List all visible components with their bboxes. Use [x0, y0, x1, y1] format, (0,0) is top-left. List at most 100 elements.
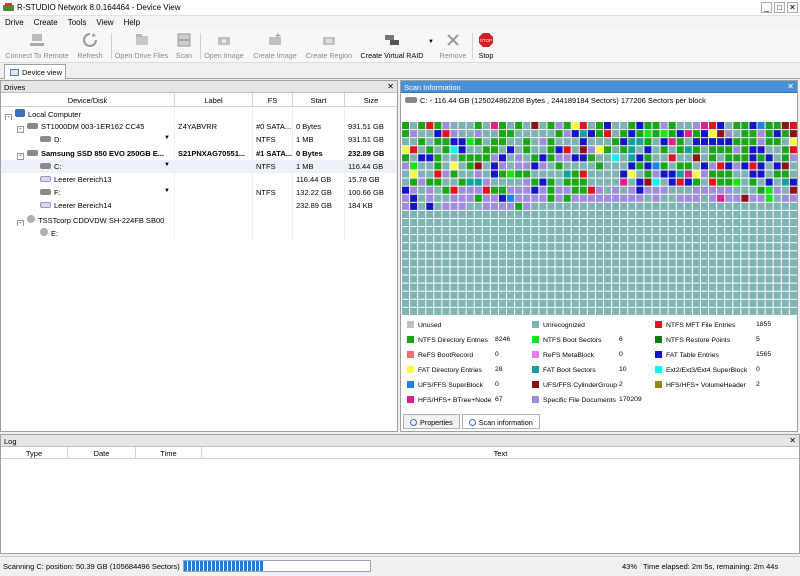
tree-row[interactable]: - Samsung SSD 850 EVO 250GB E... S21PNXAG7… [1, 146, 397, 160]
scan-block [733, 259, 741, 267]
scan-block [579, 299, 587, 307]
scan-block [709, 235, 717, 243]
scan-block [547, 154, 555, 162]
scan-block [773, 194, 781, 202]
menu-create[interactable]: Create [29, 16, 63, 29]
tab-properties[interactable]: Properties [403, 414, 460, 429]
scan-block [668, 251, 676, 259]
scan-block [523, 130, 531, 138]
scan-block [733, 243, 741, 251]
scan-block [579, 243, 587, 251]
tab-device-view[interactable]: Device view [4, 64, 66, 79]
column-header-type[interactable]: Type [1, 447, 68, 458]
close-icon[interactable]: ✕ [789, 436, 796, 445]
scan-block [789, 259, 797, 267]
menu-view[interactable]: View [91, 16, 118, 29]
scan-block [539, 275, 547, 283]
open-drive-files-button[interactable]: Open Drive Files [113, 29, 170, 63]
scan-block [749, 227, 757, 235]
chevron-down-icon[interactable]: ▼ [164, 188, 170, 194]
scan-block [434, 122, 442, 130]
column-header-size[interactable]: Size [345, 93, 397, 106]
close-icon[interactable]: ✕ [787, 82, 794, 91]
minimize-button[interactable]: _ [761, 2, 772, 13]
scan-block [442, 227, 450, 235]
column-header-text[interactable]: Text [202, 447, 799, 458]
remove-button[interactable]: Remove [437, 29, 469, 63]
legend-label: NTFS MFT File Entries [666, 322, 736, 329]
scan-block [644, 146, 652, 154]
column-header-label[interactable]: Label [175, 93, 253, 106]
scan-block [482, 194, 490, 202]
scan-button[interactable]: Scan [172, 29, 196, 63]
column-header-device[interactable]: Device/Disk [1, 93, 175, 106]
tree-cell-label [175, 172, 253, 187]
scan-block [402, 299, 410, 307]
tree-row[interactable]: - ST1000DM 003-1ER162 CC45 Z4YABVRR #0 SATA… [1, 120, 397, 134]
scan-block [563, 138, 571, 146]
remove-icon [447, 34, 459, 46]
scan-block [676, 194, 684, 202]
tree-row[interactable]: - TSSTcorp CDDVDW SH-224FB SB00 [1, 212, 397, 226]
scan-block [595, 267, 603, 275]
scan-block [636, 235, 644, 243]
scan-block [652, 243, 660, 251]
menu-help[interactable]: Help [119, 16, 145, 29]
menu-tools[interactable]: Tools [63, 16, 92, 29]
create-region-button[interactable]: Create Region [302, 29, 356, 63]
menu-drive[interactable]: Drive [0, 16, 29, 29]
scan-block [725, 259, 733, 267]
collapse-icon[interactable]: - [17, 152, 24, 160]
scan-block [442, 283, 450, 291]
scan-block [612, 251, 620, 259]
scan-block [692, 178, 700, 186]
tree-row[interactable]: E: [1, 225, 397, 239]
column-header-date[interactable]: Date [68, 447, 136, 458]
scan-block [402, 243, 410, 251]
scan-block [426, 243, 434, 251]
raid-dropdown-button[interactable]: ▼ [427, 29, 435, 63]
chevron-down-icon[interactable]: ▼ [164, 162, 170, 168]
stop-button[interactable]: STOP Stop [474, 29, 498, 63]
column-header-fs[interactable]: FS [253, 93, 293, 106]
scan-block [434, 275, 442, 283]
scan-block [595, 210, 603, 218]
tree-row[interactable]: - Local Computer [1, 107, 397, 121]
collapse-icon[interactable]: - [17, 126, 24, 134]
refresh-button[interactable]: Refresh [72, 29, 108, 63]
scan-block [709, 202, 717, 210]
tree-row[interactable]: Leerer Bereich14 232.89 GB 184 KB [1, 199, 397, 213]
scan-block [741, 178, 749, 186]
scan-block [450, 162, 458, 170]
scan-block [644, 202, 652, 210]
tree-row[interactable]: C: ▼ NTFS 1 MB 116.44 GB [1, 159, 397, 173]
scan-block [644, 283, 652, 291]
scan-block [636, 146, 644, 154]
column-header-time[interactable]: Time [136, 447, 202, 458]
close-button[interactable]: ✕ [787, 2, 798, 13]
open-image-button[interactable]: Open Image [202, 29, 246, 63]
close-icon[interactable]: ✕ [387, 82, 394, 91]
tree-row[interactable]: D: ▼ NTFS 1 MB 931.51 GB [1, 133, 397, 147]
scan-block [450, 251, 458, 259]
maximize-button[interactable]: □ [774, 2, 785, 13]
create-virtual-raid-button[interactable]: Create Virtual RAID [358, 29, 426, 63]
tree-cell-fs [253, 225, 293, 239]
scan-block [563, 162, 571, 170]
scan-block [410, 283, 418, 291]
chevron-down-icon[interactable]: ▼ [164, 135, 170, 141]
tab-scan-information[interactable]: Scan information [461, 414, 540, 429]
create-image-button[interactable]: Create Image [250, 29, 300, 63]
scan-block [700, 299, 709, 307]
scan-block [458, 130, 466, 138]
connect-remote-button[interactable]: Connect To Remote [2, 29, 72, 63]
tree-cell-fs: NTFS [253, 186, 293, 200]
scan-block [700, 138, 709, 146]
column-header-start[interactable]: Start [293, 93, 345, 106]
scan-block [498, 170, 507, 178]
scan-block [733, 267, 741, 275]
scan-block [474, 154, 482, 162]
tree-row[interactable]: F: ▼ NTFS 132.22 GB 100.66 GB [1, 186, 397, 200]
tree-row[interactable]: Leerer Bereich13 116.44 GB 15.78 GB [1, 172, 397, 187]
scan-block [515, 138, 523, 146]
